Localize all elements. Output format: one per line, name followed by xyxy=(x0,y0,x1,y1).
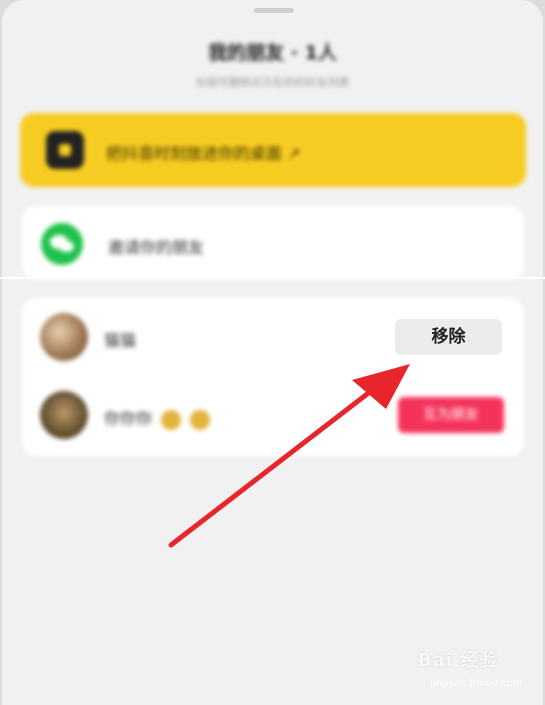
watermark-url: jingyan.baidu.com xyxy=(430,678,523,689)
annotation-arrow-icon xyxy=(168,364,410,548)
watermark-logo: Bai 经验 xyxy=(418,650,499,671)
